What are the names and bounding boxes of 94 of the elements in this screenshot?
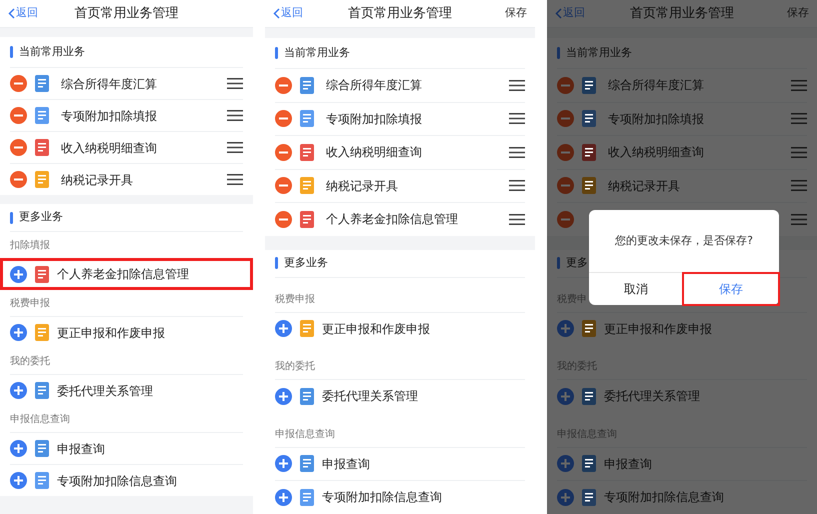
service-label: 委托代理关系管理 xyxy=(57,382,153,400)
service-label: 个人养老金扣除信息管理 xyxy=(326,211,458,228)
service-label: 申报查询 xyxy=(57,440,105,458)
drag-handle-icon[interactable] xyxy=(227,78,243,89)
remove-icon[interactable] xyxy=(557,177,574,194)
service-label: 收入纳税明细查询 xyxy=(608,144,704,162)
remove-icon[interactable] xyxy=(557,76,574,94)
back-chevron-icon[interactable] xyxy=(8,8,15,19)
drag-handle-icon[interactable] xyxy=(509,146,525,158)
remove-icon[interactable] xyxy=(557,210,574,228)
service-label: 专项附加扣除填报 xyxy=(61,108,157,124)
section-title: 更多业务 xyxy=(284,254,328,271)
back-chevron-icon[interactable] xyxy=(555,8,562,19)
section-title: 当前常用业务 xyxy=(566,44,632,61)
service-label: 综合所得年度汇算 xyxy=(326,77,422,94)
service-label: 纳税记录开具 xyxy=(61,172,133,188)
service-label: 专项附加扣除信息查询 xyxy=(57,472,177,490)
service-label: 专项附加扣除填报 xyxy=(326,110,422,128)
service-label: 个人养老金扣除信息管理 xyxy=(57,266,189,283)
drag-handle-icon[interactable] xyxy=(227,142,243,153)
drag-handle-icon[interactable] xyxy=(227,174,243,185)
service-label: 更正申报和作废申报 xyxy=(57,324,165,342)
back-link[interactable]: 返回 xyxy=(563,5,585,22)
group-label: 我的委托 xyxy=(275,360,315,374)
back-chevron-icon[interactable] xyxy=(273,8,280,19)
service-label: 纳税记录开具 xyxy=(326,178,398,195)
remove-icon[interactable] xyxy=(275,76,292,94)
dialog-message: 您的更改未保存，是否保存? xyxy=(615,232,753,249)
drag-handle-icon[interactable] xyxy=(509,180,525,192)
service-label: 专项附加扣除填报 xyxy=(608,110,704,128)
service-label: 委托代理关系管理 xyxy=(604,388,700,406)
remove-icon[interactable] xyxy=(10,75,27,92)
remove-icon[interactable] xyxy=(10,107,27,124)
add-icon[interactable] xyxy=(557,488,574,506)
remove-icon[interactable] xyxy=(557,110,574,128)
service-label: 更正申报和作废申报 xyxy=(604,320,712,338)
service-label: 更正申报和作废申报 xyxy=(322,320,430,338)
page-title: 首页常用业务管理 xyxy=(74,4,178,23)
remove-icon[interactable] xyxy=(557,144,574,161)
drag-handle-icon[interactable] xyxy=(509,80,525,91)
drag-handle-icon[interactable] xyxy=(509,113,525,124)
service-label: 专项附加扣除信息查询 xyxy=(322,489,442,506)
drag-handle-icon[interactable] xyxy=(791,214,807,225)
drag-handle-icon[interactable] xyxy=(791,180,807,192)
add-icon[interactable] xyxy=(275,388,292,405)
service-label: 申报查询 xyxy=(604,456,652,473)
remove-icon[interactable] xyxy=(275,110,292,128)
page-title: 首页常用业务管理 xyxy=(348,4,452,23)
section-title: 当前常用业务 xyxy=(284,44,350,61)
add-icon[interactable] xyxy=(10,266,27,282)
add-icon[interactable] xyxy=(275,488,292,506)
drag-handle-icon[interactable] xyxy=(509,214,525,225)
service-label: 收入纳税明细查询 xyxy=(61,140,157,156)
group-label: 税费申报 xyxy=(10,296,50,311)
save-link[interactable]: 保存 xyxy=(787,5,809,22)
service-label: 委托代理关系管理 xyxy=(322,388,418,406)
drag-handle-icon[interactable] xyxy=(227,110,243,121)
drag-handle-icon[interactable] xyxy=(791,113,807,124)
dialog-button[interactable]: 取消 xyxy=(589,273,683,305)
add-icon[interactable] xyxy=(275,320,292,338)
section-title: 更多业务 xyxy=(19,209,63,226)
service-label: 纳税记录开具 xyxy=(608,178,680,195)
add-icon[interactable] xyxy=(10,472,27,489)
save-link[interactable]: 保存 xyxy=(505,5,527,22)
add-icon[interactable] xyxy=(10,440,27,457)
add-icon[interactable] xyxy=(275,455,292,472)
group-label: 申报信息查询 xyxy=(275,428,335,442)
group-label: 我的委托 xyxy=(10,354,50,369)
service-label: 申报查询 xyxy=(322,456,370,473)
add-icon[interactable] xyxy=(557,320,574,338)
section-title: 当前常用业务 xyxy=(19,44,85,60)
group-label: 扣除填报 xyxy=(10,238,50,253)
dialog-button[interactable]: 保存 xyxy=(682,272,780,306)
add-icon[interactable] xyxy=(10,324,27,341)
drag-handle-icon[interactable] xyxy=(791,146,807,158)
add-icon[interactable] xyxy=(10,382,27,399)
page-title: 首页常用业务管理 xyxy=(630,4,734,23)
remove-icon[interactable] xyxy=(10,139,27,156)
back-link[interactable]: 返回 xyxy=(281,5,303,22)
remove-icon[interactable] xyxy=(275,210,292,228)
remove-icon[interactable] xyxy=(275,177,292,194)
back-link[interactable]: 返回 xyxy=(16,5,38,22)
section-title: 更多 xyxy=(566,254,588,271)
add-icon[interactable] xyxy=(557,388,574,405)
service-label: 专项附加扣除信息查询 xyxy=(604,489,724,506)
service-label: 综合所得年度汇算 xyxy=(608,77,704,94)
add-icon[interactable] xyxy=(557,455,574,472)
remove-icon[interactable] xyxy=(10,171,27,188)
group-label: 申报信息查询 xyxy=(10,412,70,427)
service-label: 收入纳税明细查询 xyxy=(326,144,422,162)
group-label: 税费申报 xyxy=(275,292,315,306)
remove-icon[interactable] xyxy=(275,144,292,161)
drag-handle-icon[interactable] xyxy=(791,80,807,91)
service-label: 综合所得年度汇算 xyxy=(61,76,157,92)
